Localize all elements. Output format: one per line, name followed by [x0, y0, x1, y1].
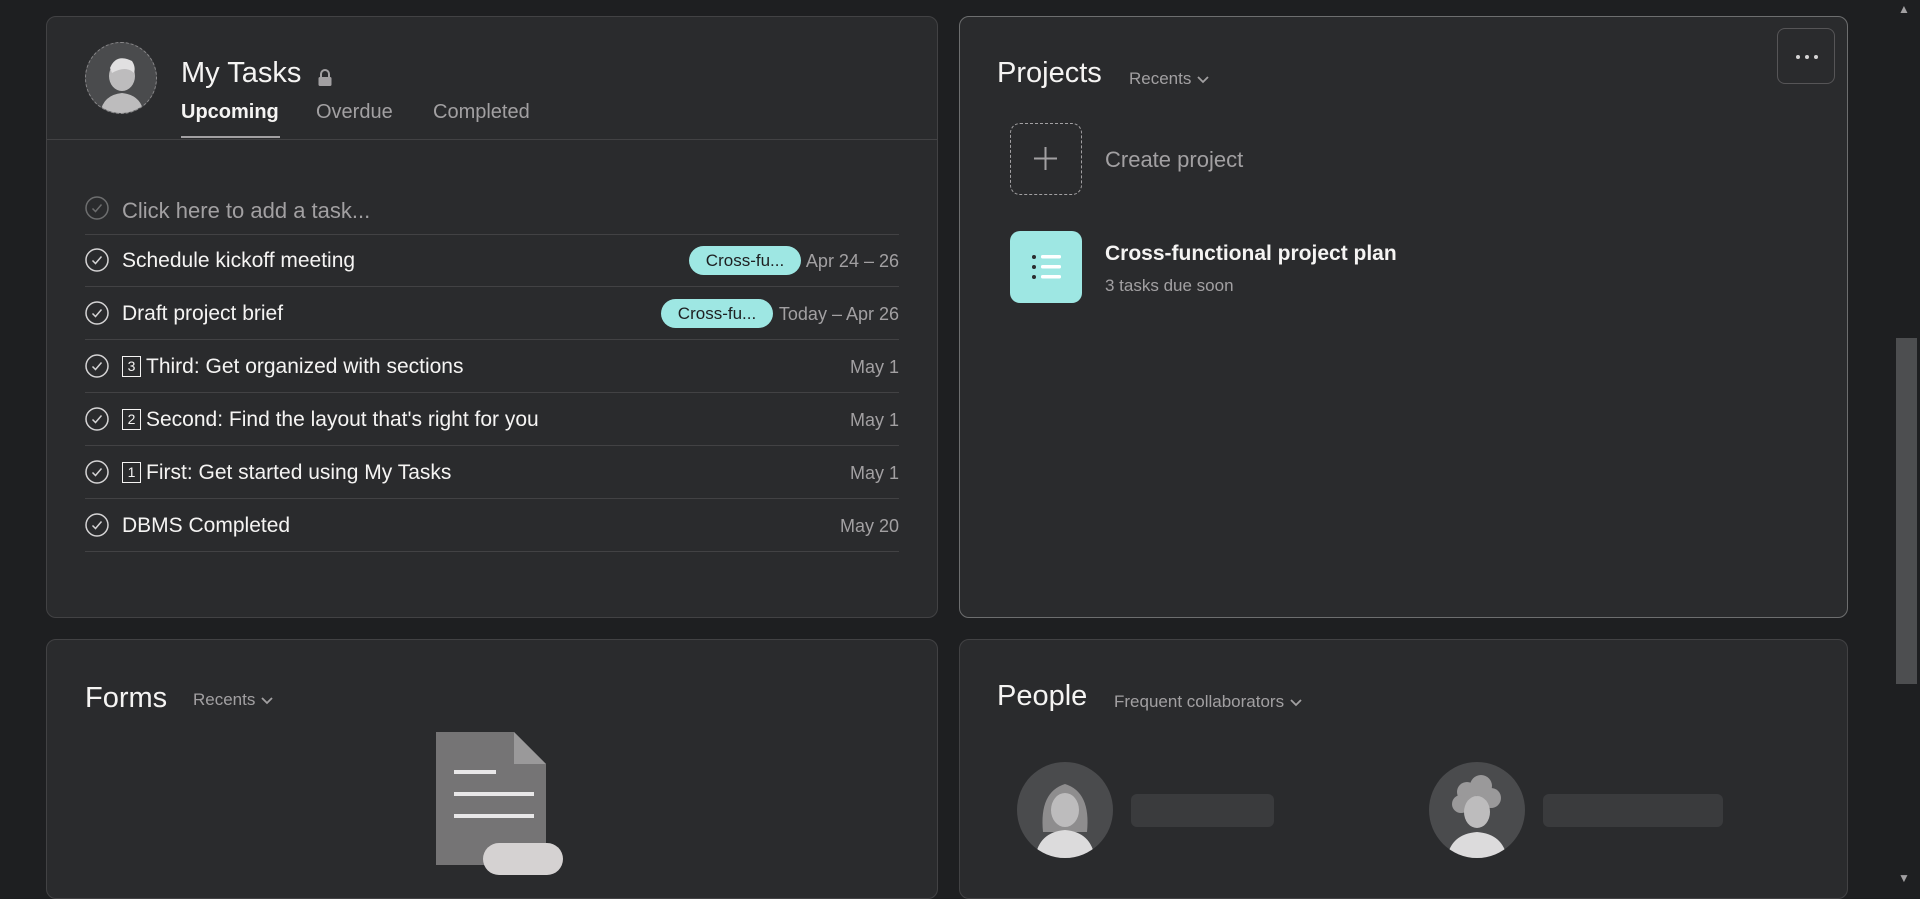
task-name[interactable]: DBMS Completed — [122, 514, 290, 538]
check-circle-icon[interactable] — [85, 301, 109, 325]
check-circle-icon[interactable] — [85, 460, 109, 484]
task-row[interactable]: 2 Second: Find the layout that's right fo… — [85, 394, 899, 446]
people-filter-dropdown[interactable]: Frequent collaborators — [1114, 692, 1302, 712]
forms-filter-label: Recents — [193, 690, 256, 709]
task-due-date[interactable]: Today – Apr 26 — [779, 304, 899, 325]
task-name[interactable]: Draft project brief — [122, 302, 283, 326]
task-name-text: First: Get started using My Tasks — [146, 461, 452, 484]
task-due-date[interactable]: May 1 — [850, 357, 899, 378]
projects-filter-label: Recents — [1129, 69, 1192, 88]
task-name[interactable]: 3 Third: Get organized with sections — [122, 355, 463, 379]
number-badge: 3 — [122, 356, 141, 377]
chevron-down-icon — [1290, 698, 1302, 706]
people-filter-label: Frequent collaborators — [1114, 692, 1285, 711]
header-divider — [47, 139, 937, 140]
more-horizontal-icon — [1796, 55, 1818, 59]
add-task-row[interactable]: Click here to add a task... — [85, 183, 899, 235]
task-row[interactable]: 1 First: Get started using My Tasks May 1 — [85, 447, 899, 499]
task-row[interactable]: Schedule kickoff meeting Cross-fu... Apr… — [85, 235, 899, 287]
tab-completed[interactable]: Completed — [433, 101, 530, 124]
check-circle-icon — [85, 196, 109, 220]
projects-title: Projects — [997, 57, 1102, 89]
number-badge: 2 — [122, 409, 141, 430]
create-project-label[interactable]: Create project — [1105, 147, 1243, 173]
list-icon[interactable] — [1010, 231, 1082, 303]
active-tab-indicator — [181, 136, 280, 138]
form-document-icon — [436, 732, 563, 875]
task-name[interactable]: 2 Second: Find the layout that's right fo… — [122, 408, 539, 432]
task-row[interactable]: Draft project brief Cross-fu... Today – … — [85, 288, 899, 340]
tab-upcoming[interactable]: Upcoming — [181, 101, 279, 124]
scroll-up-arrow-icon[interactable]: ▲ — [1898, 2, 1910, 16]
tab-overdue[interactable]: Overdue — [316, 101, 393, 124]
task-row[interactable]: 3 Third: Get organized with sections May … — [85, 341, 899, 393]
forms-card: Forms Recents — [46, 639, 938, 899]
lock-icon — [317, 69, 333, 92]
task-row[interactable]: DBMS Completed May 20 — [85, 500, 899, 552]
projects-filter-dropdown[interactable]: Recents — [1129, 69, 1210, 89]
number-badge: 1 — [122, 462, 141, 483]
task-name-text: Third: Get organized with sections — [146, 355, 464, 378]
create-project-button[interactable] — [1010, 123, 1082, 195]
add-task-input[interactable]: Click here to add a task... — [122, 198, 370, 224]
people-title: People — [997, 680, 1088, 712]
task-name-text: Second: Find the layout that's right for… — [146, 408, 539, 431]
forms-title: Forms — [85, 682, 168, 714]
check-circle-icon[interactable] — [85, 513, 109, 537]
scrollbar-thumb[interactable] — [1896, 338, 1917, 684]
task-name[interactable]: 1 First: Get started using My Tasks — [122, 461, 451, 485]
check-circle-icon[interactable] — [85, 248, 109, 272]
project-subtitle: 3 tasks due soon — [1105, 276, 1234, 295]
scroll-down-arrow-icon[interactable]: ▼ — [1898, 871, 1910, 885]
chevron-down-icon — [261, 696, 274, 704]
projects-card: Projects Recents Create project Cross-fu… — [959, 16, 1848, 618]
project-name[interactable]: Cross-functional project plan — [1105, 242, 1397, 266]
collaborator-name-placeholder — [1131, 794, 1274, 827]
collaborator-avatar-icon[interactable] — [1017, 762, 1113, 858]
task-due-date[interactable]: Apr 24 – 26 — [806, 251, 899, 272]
project-tag[interactable]: Cross-fu... — [661, 299, 773, 328]
plus-icon — [1034, 147, 1057, 170]
task-name[interactable]: Schedule kickoff meeting — [122, 249, 355, 273]
chevron-down-icon — [1197, 75, 1210, 83]
collaborator-avatar-icon[interactable] — [1429, 762, 1525, 858]
check-circle-icon[interactable] — [85, 407, 109, 431]
task-due-date[interactable]: May 1 — [850, 463, 899, 484]
collaborator-name-placeholder — [1543, 794, 1723, 827]
my-tasks-card: My Tasks Upcoming Overdue Completed Clic… — [46, 16, 938, 618]
task-due-date[interactable]: May 20 — [840, 516, 899, 537]
check-circle-icon[interactable] — [85, 354, 109, 378]
people-card: People Frequent collaborators — [959, 639, 1848, 899]
task-due-date[interactable]: May 1 — [850, 410, 899, 431]
my-tasks-title: My Tasks — [181, 57, 302, 89]
user-avatar-icon[interactable] — [85, 42, 157, 114]
forms-filter-dropdown[interactable]: Recents — [193, 690, 274, 710]
project-tag[interactable]: Cross-fu... — [689, 246, 801, 275]
more-options-button[interactable] — [1777, 28, 1835, 84]
